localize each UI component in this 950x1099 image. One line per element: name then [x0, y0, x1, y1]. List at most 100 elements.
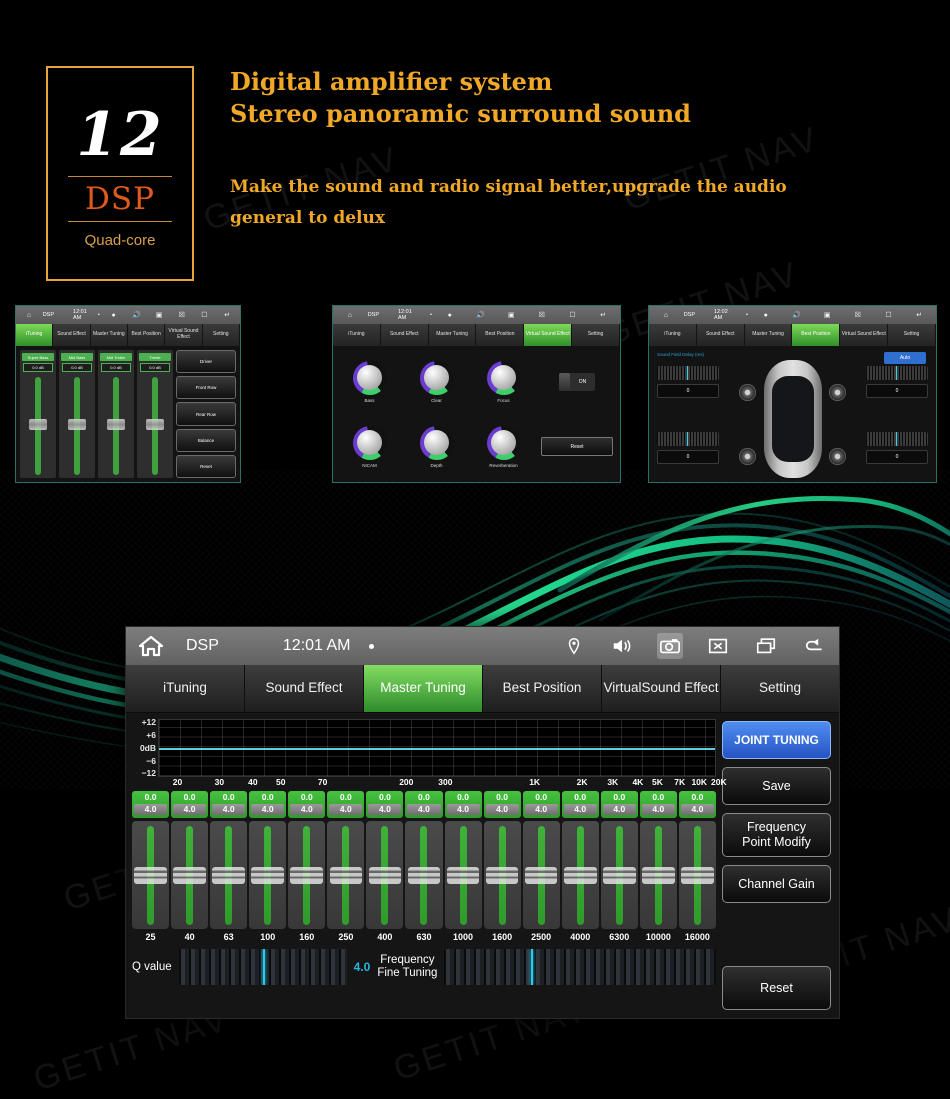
- close-box-icon[interactable]: [705, 633, 731, 659]
- band-readout[interactable]: 0.0 4.0: [327, 791, 365, 819]
- balance-button[interactable]: Balance: [176, 428, 236, 452]
- band-slider[interactable]: [146, 377, 164, 475]
- reset-button[interactable]: Reset: [541, 437, 613, 456]
- location-pin-icon[interactable]: ●: [105, 306, 123, 328]
- speaker-icon[interactable]: [609, 633, 635, 659]
- slider-handle[interactable]: [251, 866, 285, 884]
- close-box-icon[interactable]: ☒: [845, 306, 871, 328]
- band-slider[interactable]: [327, 821, 365, 930]
- band-slider[interactable]: [107, 377, 125, 475]
- slider-handle[interactable]: [68, 419, 86, 431]
- band-slider[interactable]: [29, 377, 47, 475]
- toggle-knob[interactable]: [558, 372, 570, 391]
- slider-handle[interactable]: [602, 866, 636, 884]
- tab-setting[interactable]: Setting: [721, 665, 839, 712]
- slider-handle[interactable]: [173, 866, 206, 884]
- channel-gain-button[interactable]: Channel Gain: [722, 865, 831, 903]
- delay-slider[interactable]: [866, 432, 928, 446]
- back-arrow-icon[interactable]: ↵: [906, 306, 932, 328]
- band-slider[interactable]: [249, 821, 287, 930]
- tab-ituning[interactable]: iTuning: [126, 665, 245, 712]
- knob-reverberation[interactable]: Reverberation: [471, 425, 536, 468]
- band-readout[interactable]: 0.0 4.0: [288, 791, 326, 819]
- delay-slider[interactable]: [657, 366, 719, 380]
- graph-plot-area[interactable]: [158, 719, 716, 777]
- dial[interactable]: [352, 425, 387, 460]
- slider-handle[interactable]: [524, 866, 558, 884]
- slider-handle[interactable]: [329, 866, 363, 884]
- thumbnail-virtual-sound-effect[interactable]: ⌂ DSP 12:01 AM • ● 🔊 ▣ ☒ ☐ ↵ iTuning Sou…: [332, 305, 621, 483]
- band-readout[interactable]: 0.0 4.0: [678, 791, 716, 819]
- band-slider[interactable]: [288, 821, 326, 930]
- camera-icon[interactable]: ▣: [150, 306, 168, 328]
- slider-handle[interactable]: [146, 419, 164, 431]
- band-slider[interactable]: [561, 821, 599, 930]
- q-value-slider[interactable]: [178, 949, 347, 986]
- driver-button[interactable]: Driver: [176, 350, 236, 374]
- band-slider[interactable]: [132, 821, 170, 930]
- slider-handle[interactable]: [368, 866, 402, 884]
- band-slider[interactable]: [171, 821, 209, 930]
- band-readout[interactable]: 0.0 4.0: [444, 791, 482, 819]
- home-icon[interactable]: ⌂: [653, 306, 679, 328]
- thumbnail-ituning[interactable]: ⌂ DSP 12:01 AM • ● 🔊 ▣ ☒ ☐ ↵ iTuning Sou…: [15, 305, 241, 483]
- dial[interactable]: [486, 360, 521, 395]
- close-box-icon[interactable]: ☒: [529, 306, 555, 328]
- speaker-icon[interactable]: 🔊: [784, 306, 810, 328]
- thumbnail-best-position[interactable]: ⌂ DSP 12:02 AM • ● 🔊 ▣ ☒ ☐ ↵ iTuning Sou…: [648, 305, 937, 483]
- band-slider[interactable]: [639, 821, 677, 930]
- windows-icon[interactable]: ☐: [876, 306, 902, 328]
- dial[interactable]: [419, 425, 454, 460]
- slider-handle[interactable]: [681, 866, 714, 884]
- band-readout[interactable]: 0.0 4.0: [639, 791, 677, 819]
- band-readout[interactable]: 0.0 4.0: [561, 791, 599, 819]
- auto-button[interactable]: Auto: [884, 352, 926, 364]
- delay-control-rear-left[interactable]: 0: [657, 432, 719, 464]
- band-readout[interactable]: 0.0 4.0: [600, 791, 638, 819]
- knob-depth[interactable]: Depth: [404, 425, 469, 468]
- front-row-button[interactable]: Front Row: [176, 376, 236, 400]
- home-icon[interactable]: ⌂: [337, 306, 363, 328]
- close-box-icon[interactable]: ☒: [173, 306, 191, 328]
- delay-control-rear-right[interactable]: 0: [866, 432, 928, 464]
- slider-handle[interactable]: [134, 866, 167, 884]
- band-slider[interactable]: [600, 821, 638, 930]
- band-readout[interactable]: 0.0 4.0: [366, 791, 404, 819]
- band-readout[interactable]: 0.0 4.0: [132, 791, 170, 819]
- tab-sound-effect[interactable]: Sound Effect: [245, 665, 364, 712]
- slider-handle[interactable]: [29, 419, 47, 431]
- dial[interactable]: [419, 360, 454, 395]
- band-slider[interactable]: [483, 821, 521, 930]
- band-readout[interactable]: 0.0 4.0: [249, 791, 287, 819]
- tab-master-tuning[interactable]: Master Tuning: [364, 665, 483, 712]
- windows-icon[interactable]: ☐: [560, 306, 586, 328]
- thumb1-band[interactable]: Mid Bass 0.0 dB: [59, 350, 95, 478]
- delay-control-front-right[interactable]: 0: [866, 366, 928, 398]
- location-pin-icon[interactable]: [561, 633, 587, 659]
- speaker-icon[interactable]: 🔊: [468, 306, 494, 328]
- thumb1-tab-sound-effect[interactable]: Sound Effect: [53, 324, 91, 346]
- band-slider[interactable]: [678, 821, 716, 930]
- rear-row-button[interactable]: Rear Row: [176, 402, 236, 426]
- dial[interactable]: [352, 360, 387, 395]
- frequency-point-modify-button[interactable]: Frequency Point Modify: [722, 813, 831, 857]
- camera-icon[interactable]: [657, 633, 683, 659]
- thumb3-tab-sound-effect[interactable]: Sound Effect: [696, 324, 745, 346]
- delay-slider[interactable]: [657, 432, 719, 446]
- band-readout[interactable]: 0.0 4.0: [405, 791, 443, 819]
- band-slider[interactable]: [405, 821, 443, 930]
- slider-handle[interactable]: [642, 866, 675, 884]
- thumb1-band[interactable]: Super Bass 0.0 dB: [20, 350, 56, 478]
- band-readout[interactable]: 0.0 4.0: [171, 791, 209, 819]
- home-icon[interactable]: ⌂: [20, 306, 38, 328]
- reset-button[interactable]: Reset: [722, 966, 831, 1010]
- home-icon[interactable]: [138, 635, 164, 657]
- band-slider[interactable]: [444, 821, 482, 930]
- band-slider[interactable]: [522, 821, 560, 930]
- knob-clear[interactable]: Clear: [404, 360, 469, 403]
- slider-handle[interactable]: [407, 866, 441, 884]
- slider-handle[interactable]: [107, 419, 125, 431]
- frequency-fine-tuning-slider[interactable]: [444, 949, 716, 986]
- delay-control-front-left[interactable]: 0: [657, 366, 719, 398]
- dial[interactable]: [486, 425, 521, 460]
